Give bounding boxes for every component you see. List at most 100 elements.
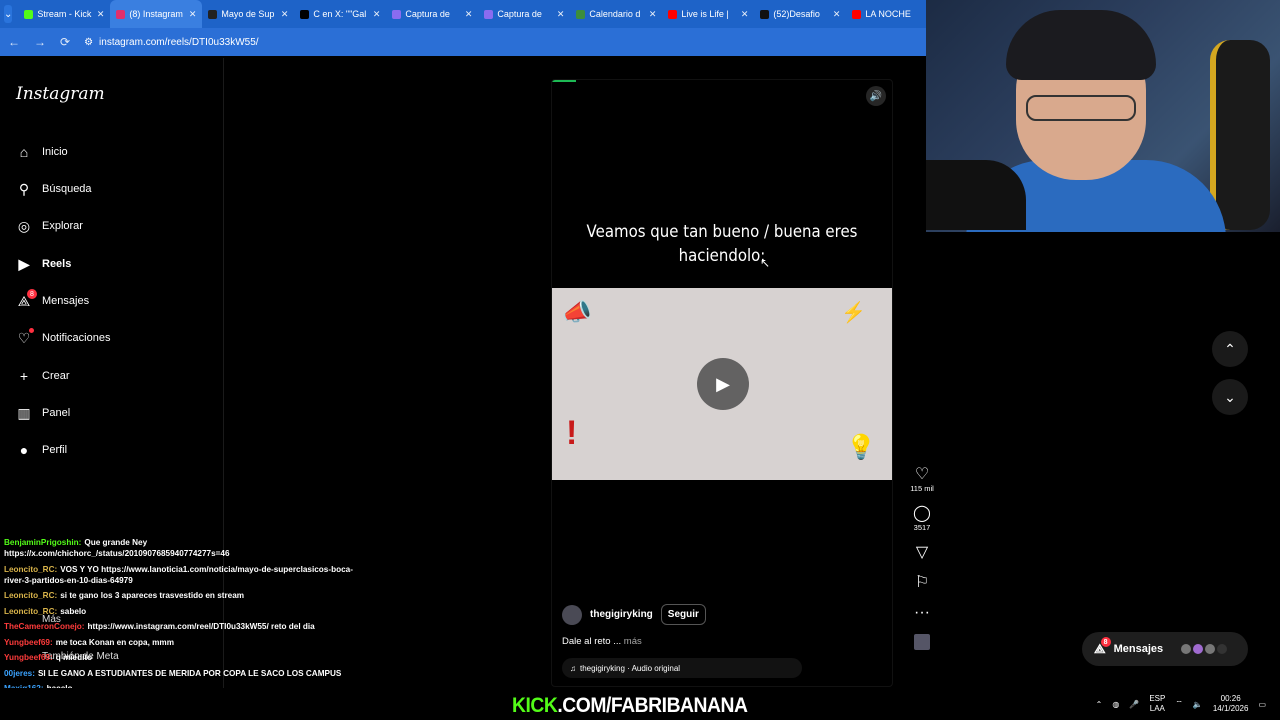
icon-glyph: + [19,368,29,384]
tab-favicon-icon [116,9,126,19]
sidebar-item-home[interactable]: ⌂ Inicio [16,144,68,160]
icon-glyph: ● [19,442,29,458]
site-info-icon[interactable]: ⚙ [84,37,93,48]
mic-icon[interactable]: 🎤 [1129,700,1139,709]
url-text: instagram.com/reels/DTI0u33kW55/ [99,36,259,48]
browser-tab[interactable]: Captura de ✕ [386,0,478,28]
chat-message: Leoncito_RC: VOS Y YO https://www.lanotic… [4,564,364,586]
chat-text: https://www.instagram.com/reel/DTI0u33kW… [87,622,315,631]
sidebar-item-heart[interactable]: ♡ Notificaciones [16,328,110,346]
speaker-icon[interactable]: 🔈 [1193,700,1203,709]
options-button[interactable]: ··· [904,604,940,622]
tab-favicon-icon [576,9,586,19]
owner-avatar[interactable] [562,604,582,625]
chat-username[interactable]: 00jeres: [4,669,35,678]
url-field[interactable]: ⚙ instagram.com/reels/DTI0u33kW55/ [84,37,258,48]
browser-tab[interactable]: Stream - Kick ✕ [18,0,110,28]
reload-icon[interactable]: ⟳ [60,35,70,49]
owner-username[interactable]: thegigiryking [590,609,653,620]
sidebar-item-compass[interactable]: ◎ Explorar [16,218,83,234]
sidebar-item-messenger[interactable]: ⟁ 8 Mensajes [16,289,89,309]
comment-icon: ◯ [913,505,931,522]
play-button[interactable]: ▶ [697,358,749,410]
tab-close-icon[interactable]: ✕ [373,9,381,20]
more-link[interactable]: más [624,636,642,647]
messages-badge: 8 [27,289,37,299]
chat-username[interactable]: BenjaminPrigoshin: [4,538,81,547]
sidebar-item-avatar[interactable]: ● Perfil [16,442,67,458]
sidebar-item-label: Panel [42,407,71,419]
search-icon: ⚲ [16,181,32,197]
send-icon: ▽ [915,544,929,561]
share-button[interactable]: ▽ [904,544,940,562]
sidebar-item-search[interactable]: ⚲ Búsqueda [16,181,92,197]
sidebar-item-plus[interactable]: + Crear [16,368,70,384]
volume-icon[interactable]: 🔊 [866,86,886,106]
chat-username[interactable]: Leoncito_RC: [4,607,57,616]
instagram-logo[interactable]: Instagram [16,84,105,104]
save-button[interactable]: ⚐ [904,574,940,592]
kick-overlay: KICK.COM/FABRIBANANA [512,694,748,718]
sidebar-item-chart[interactable]: ▥ Panel [16,405,70,421]
sidebar-item-reels[interactable]: ▶ Reels [16,256,72,272]
comment-button[interactable]: ◯ 3517 [904,505,940,532]
messages-pill[interactable]: ⟁ 8 Mensajes [1082,632,1248,666]
notification-icon[interactable]: ▭ [1258,700,1266,709]
tab-close-icon[interactable]: ✕ [557,9,565,20]
chat-username[interactable]: Leoncito_RC: [4,591,57,600]
chat-text: q miedito [55,653,93,662]
sidebar-item-label: Crear [42,370,70,382]
browser-tab[interactable]: Live is Life | ✕ [662,0,754,28]
lang-primary: ESP [1149,694,1166,703]
reel-player[interactable]: 🔊 Veamos que tan bueno / buena eres haci… [551,79,893,687]
tab-title: (8) Instagram [129,9,183,19]
browser-tab[interactable]: (8) Instagram ✕ [110,0,203,28]
kick-url: .COM/FABRIBANANA [557,694,748,717]
like-button[interactable]: ♡ 115 mil [904,466,940,493]
browser-tab[interactable]: Mayo de Sup ✕ [202,0,294,28]
browser-tab[interactable]: (52)Desafio ✕ [754,0,846,28]
streamer-glasses [1026,95,1136,121]
back-icon[interactable]: ← [8,35,20,49]
icon-glyph: ♡ [17,329,31,346]
chat-message: Leoncito_RC: si te gano los 3 apareces tr… [4,590,364,601]
tab-close-icon[interactable]: ✕ [189,9,197,20]
chat-username[interactable]: Leoncito_RC: [4,565,57,574]
language-indicator[interactable]: ESP LAA [1149,694,1165,714]
gaming-chair [1210,40,1270,230]
next-reel-button[interactable]: ⌄ [1212,379,1248,415]
tray-chevron-icon[interactable]: ⌃ [1096,700,1103,709]
tab-close-icon[interactable]: ✕ [649,9,657,20]
chat-username[interactable]: Yungbeef69: [4,638,53,647]
reel-video-frame[interactable]: 📣 ⚡ ! 💡 ▶ [552,288,892,480]
browser-tab[interactable]: LA NOCHE✕ [846,0,938,28]
browser-tab[interactable]: Calendario d ✕ [570,0,662,28]
previous-reel-button[interactable]: ⌃ [1212,331,1248,367]
tab-close-icon[interactable]: ✕ [833,9,841,20]
chat-message: Yungbeef69: q miedito [4,652,364,663]
reel-owner: thegigiryking Seguir [562,604,706,625]
tab-close-icon[interactable]: ✕ [97,9,105,20]
audio-chip[interactable]: ♫ thegigiryking · Audio original [562,658,802,678]
tab-title: Captura de [497,9,542,19]
network-icon[interactable]: ◍ [1112,700,1119,709]
clock[interactable]: 00:26 14/1/2026 [1213,694,1249,714]
microphone-arm [926,160,1026,230]
tab-close-icon[interactable]: ✕ [281,9,289,20]
tab-close-icon[interactable]: ✕ [465,9,473,20]
browser-tab[interactable]: Captura de ✕ [478,0,570,28]
wifi-icon[interactable]: ⌔ [1175,699,1183,709]
mouse-cursor: ↖ [760,256,771,270]
browser-tab[interactable]: C en X: ""Gal ✕ [294,0,386,28]
chat-username[interactable]: Yungbeef69: [4,653,53,662]
follow-button[interactable]: Seguir [660,604,706,625]
tab-search-button[interactable]: ⌄ [4,5,13,23]
reel-caption-line-2: haciendolo: [678,246,766,266]
tab-close-icon[interactable]: ✕ [741,9,749,20]
sidebar-item-label: Búsqueda [42,183,92,195]
chat-username[interactable]: TheCameronConejo: [4,622,85,631]
audio-thumbnail[interactable] [904,634,940,650]
forward-icon[interactable]: → [34,35,46,49]
compass-icon: ◎ [16,218,32,234]
music-note-icon: ♫ [570,663,576,673]
